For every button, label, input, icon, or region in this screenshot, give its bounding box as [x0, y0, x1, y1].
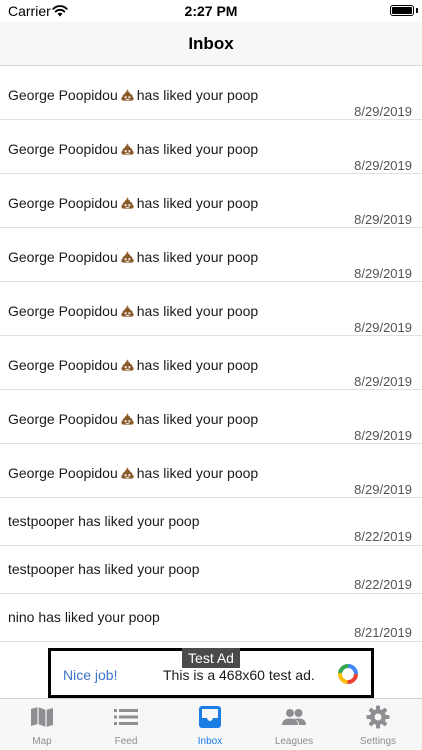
status-bar: Carrier 2:27 PM — [0, 0, 422, 22]
poop-emoji-icon — [121, 413, 134, 425]
notification-user: George Poopidou — [8, 249, 118, 265]
notification-date: 8/21/2019 — [354, 625, 412, 640]
notification-date: 8/29/2019 — [354, 212, 412, 227]
notification-date: 8/29/2019 — [354, 158, 412, 173]
notification-text: George Poopidou has liked your poop — [8, 141, 258, 157]
poop-emoji-icon — [121, 89, 134, 101]
nav-bar: Inbox — [0, 22, 422, 66]
notification-row[interactable]: George Poopidou has liked your poop 8/29/2… — [0, 336, 422, 390]
ad-choices-icon[interactable] — [337, 663, 359, 685]
feed-list-icon — [114, 709, 138, 725]
tab-label-feed: Feed — [114, 736, 138, 747]
notification-text: George Poopidou has liked your poop — [8, 357, 258, 373]
notification-user: nino — [8, 609, 35, 625]
map-icon — [31, 707, 53, 727]
poop-emoji-icon — [121, 359, 134, 371]
notification-row[interactable]: testpooper has liked your poop 8/22/2019 — [0, 498, 422, 546]
notification-message: has liked your poop — [38, 609, 160, 625]
status-time: 2:27 PM — [184, 3, 238, 19]
tab-map[interactable]: Map — [0, 699, 84, 750]
notification-row[interactable]: George Poopidou has liked your poop 8/29/2… — [0, 282, 422, 336]
notification-text: George Poopidou has liked your poop — [8, 249, 258, 265]
notification-row[interactable]: George Poopidou has liked your poop 8/29/2… — [0, 66, 422, 120]
inbox-list[interactable]: George Poopidou has liked your poop 8/29/2… — [0, 66, 422, 648]
notification-text: George Poopidou has liked your poop — [8, 87, 258, 103]
tab-label-inbox: Inbox — [197, 736, 223, 747]
notification-message: has liked your poop — [136, 303, 259, 319]
tab-label-map: Map — [32, 736, 52, 747]
battery-tip — [416, 8, 418, 13]
notification-row[interactable]: George Poopidou has liked your poop 8/29/2… — [0, 228, 422, 282]
notification-user: George Poopidou — [8, 357, 118, 373]
notification-date: 8/29/2019 — [354, 320, 412, 335]
tab-bar: Map Feed Inbox Leagues Settings — [0, 698, 422, 750]
test-ad-label: Test Ad — [182, 648, 240, 668]
battery-icon — [390, 5, 414, 16]
notification-date: 8/29/2019 — [354, 104, 412, 119]
notification-date: 8/22/2019 — [354, 529, 412, 544]
notification-row[interactable]: George Poopidou has liked your poop 8/29/2… — [0, 120, 422, 174]
notification-message: has liked your poop — [136, 357, 259, 373]
notification-message: has liked your poop — [136, 87, 259, 103]
tab-feed[interactable]: Feed — [84, 699, 168, 750]
notification-user: testpooper — [8, 513, 75, 529]
notification-message: has liked your poop — [136, 249, 259, 265]
notification-message: has liked your poop — [78, 513, 200, 529]
poop-emoji-icon — [121, 197, 134, 209]
notification-row[interactable]: nino has liked your poop 8/21/2019 — [0, 594, 422, 642]
notification-text: testpooper has liked your poop — [8, 513, 199, 529]
gear-icon — [366, 705, 390, 729]
notification-message: has liked your poop — [136, 141, 259, 157]
notification-text: George Poopidou has liked your poop — [8, 303, 258, 319]
notification-user: George Poopidou — [8, 141, 118, 157]
inbox-icon — [199, 706, 221, 728]
notification-user: testpooper — [8, 561, 75, 577]
notification-user: George Poopidou — [8, 465, 118, 481]
tab-label-leagues: Leagues — [274, 736, 314, 747]
notification-text: testpooper has liked your poop — [8, 561, 199, 577]
notification-message: has liked your poop — [78, 561, 200, 577]
notification-row[interactable]: George Poopidou has liked your poop 8/29/2… — [0, 390, 422, 444]
poop-emoji-icon — [121, 467, 134, 479]
ad-headline[interactable]: Nice job! — [63, 667, 117, 683]
notification-text: George Poopidou has liked your poop — [8, 195, 258, 211]
people-icon — [282, 709, 306, 725]
notification-row[interactable]: testpooper has liked your poop 8/22/2019 — [0, 546, 422, 594]
poop-emoji-icon — [121, 305, 134, 317]
notification-user: George Poopidou — [8, 303, 118, 319]
notification-user: George Poopidou — [8, 195, 118, 211]
tab-settings[interactable]: Settings — [336, 699, 420, 750]
ad-body-text[interactable]: This is a 468x60 test ad. — [163, 667, 315, 683]
notification-text: George Poopidou has liked your poop — [8, 411, 258, 427]
page-title: Inbox — [188, 34, 234, 53]
notification-row[interactable]: George Poopidou has liked your poop 8/29/2… — [0, 174, 422, 228]
notification-date: 8/22/2019 — [354, 577, 412, 592]
notification-message: has liked your poop — [136, 411, 259, 427]
poop-emoji-icon — [121, 143, 134, 155]
tab-inbox[interactable]: Inbox — [168, 699, 252, 750]
notification-text: nino has liked your poop — [8, 609, 160, 625]
notification-user: George Poopidou — [8, 87, 118, 103]
tab-leagues[interactable]: Leagues — [252, 699, 336, 750]
poop-emoji-icon — [121, 251, 134, 263]
notification-user: George Poopidou — [8, 411, 118, 427]
notification-date: 8/29/2019 — [354, 266, 412, 281]
notification-date: 8/29/2019 — [354, 374, 412, 389]
notification-date: 8/29/2019 — [354, 482, 412, 497]
tab-label-settings: Settings — [359, 736, 397, 747]
notification-message: has liked your poop — [136, 195, 259, 211]
notification-row[interactable]: George Poopidou has liked your poop 8/29/2… — [0, 444, 422, 498]
notification-date: 8/29/2019 — [354, 428, 412, 443]
notification-text: George Poopidou has liked your poop — [8, 465, 258, 481]
notification-message: has liked your poop — [136, 465, 259, 481]
